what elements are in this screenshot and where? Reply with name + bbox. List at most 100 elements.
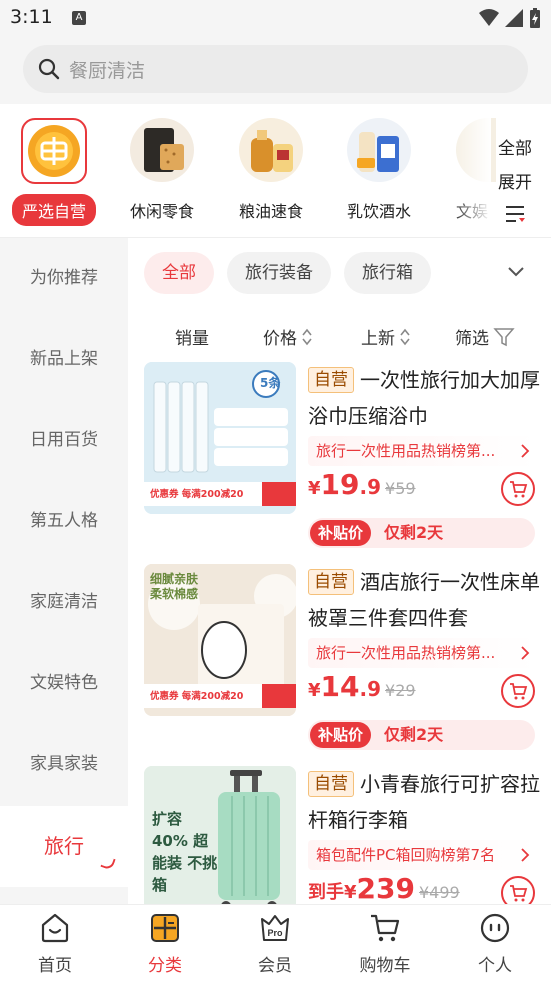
cart-icon (510, 683, 528, 700)
search-input[interactable]: 餐厨清洁 (23, 45, 528, 93)
pro-member-icon: Pro (261, 915, 289, 941)
category-yanxuan[interactable]: 严选自营 (9, 118, 99, 226)
self-operated-badge: 自营 (308, 771, 354, 797)
sidebar-item-travel[interactable]: 旅行 (0, 806, 128, 887)
product-title[interactable]: 自营 酒店旅行一次性床单被罩三件套四件套 (308, 564, 540, 636)
add-to-cart-button[interactable] (501, 472, 535, 506)
chip-suitcase[interactable]: 旅行箱 (344, 252, 431, 294)
tab-label: 分类 (148, 956, 182, 976)
sort-arrows-icon (400, 328, 410, 345)
yanxuan-logo-icon (21, 118, 87, 184)
currency-symbol: ¥ (344, 882, 357, 903)
sidebar-next-item (0, 888, 128, 904)
wifi-icon (479, 9, 499, 26)
sidebar-item-identity-v[interactable]: 第五人格 (0, 481, 128, 562)
chip-travel-gear[interactable]: 旅行装备 (227, 252, 331, 294)
category-label: 乳饮酒水 (346, 202, 411, 221)
image-caption-text: 扩容 40% 超能装 不挑箱 (152, 810, 218, 894)
price-integer: 239 (356, 872, 415, 904)
sidebar-item-daily[interactable]: 日用百货 (0, 400, 128, 481)
tab-member[interactable]: Pro 会员 (230, 911, 320, 976)
currency-symbol: ¥ (308, 680, 321, 701)
search-area: 餐厨清洁 (0, 36, 551, 104)
oil-icon (239, 118, 303, 182)
product-title[interactable]: 自营 小青春旅行可扩容拉杆箱行李箱 (308, 766, 540, 838)
chevron-right-icon (521, 848, 530, 862)
tab-label: 会员 (258, 956, 292, 976)
sort-newest[interactable]: 上新 (361, 324, 411, 349)
product-title[interactable]: 自营 一次性旅行加大加厚浴巾压缩浴巾 (308, 362, 540, 434)
battery-icon (530, 8, 540, 28)
drink-icon (347, 118, 411, 182)
sidebar-item-new[interactable]: 新品上架 (0, 319, 128, 400)
sort-sales[interactable]: 销量 (175, 324, 209, 349)
sort-filter[interactable]: 筛选 (455, 324, 515, 349)
subsidy-tag: 补贴价 (310, 722, 372, 748)
sort-arrows-icon (302, 328, 312, 345)
signal-icon (505, 9, 523, 27)
tab-category[interactable]: 分类 (120, 911, 210, 976)
filter-funnel-icon (493, 327, 515, 346)
category-expand-all-button[interactable]: 全部 展开 (495, 132, 535, 224)
category-drinks[interactable]: 乳饮酒水 (334, 118, 424, 222)
product-card[interactable]: 5条 优惠券 每满200减20 自营 一次性旅行加大加厚浴巾压缩浴巾 旅行一次性用… (144, 362, 540, 552)
image-coupon-text: 优惠券 每满200减20 (150, 489, 244, 500)
bottom-tab-bar: 首页 分类 Pro 会员 购物车 个人 (0, 904, 551, 981)
sort-price[interactable]: 价格 (263, 324, 313, 349)
product-image[interactable]: 扩容 40% 超能装 不挑箱 (144, 766, 296, 904)
cart-icon (510, 481, 528, 498)
search-icon (38, 58, 60, 80)
subsidy-banner: 补贴价 仅剩2天 (308, 720, 535, 750)
subsidy-text: 仅剩2天 (384, 523, 444, 542)
product-card[interactable]: 扩容 40% 超能装 不挑箱 自营 小青春旅行可扩容拉杆箱行李箱 箱包配件PC箱回… (144, 766, 540, 904)
price-decimal: .9 (359, 677, 382, 701)
sidebar-item-recommend[interactable]: 为你推荐 (0, 238, 128, 319)
list-expand-icon (506, 206, 525, 222)
tab-home[interactable]: 首页 (10, 911, 100, 976)
add-to-cart-button[interactable] (501, 876, 535, 904)
rank-link[interactable]: 旅行一次性用品热销榜第... (308, 638, 536, 668)
sidebar-item-furniture[interactable]: 家具家装 (0, 724, 128, 805)
snack-icon (130, 118, 194, 182)
image-coupon-text: 优惠券 每满200减20 (150, 691, 244, 702)
rank-link[interactable]: 箱包配件PC箱回购榜第7名 (308, 840, 536, 870)
sort-price-label: 价格 (263, 329, 297, 349)
tab-label: 首页 (38, 956, 72, 976)
expand-line1: 全部 (498, 139, 532, 159)
price-prefix: 到手 (308, 882, 344, 903)
currency-symbol: ¥ (308, 478, 321, 499)
add-to-cart-button[interactable] (501, 674, 535, 708)
product-image[interactable]: 细腻亲肤 柔软棉感 优惠券 每满200减20 (144, 564, 296, 716)
sort-sales-label: 销量 (175, 329, 209, 349)
category-label: 粮油速食 (238, 202, 303, 221)
rank-link[interactable]: 旅行一次性用品热销榜第... (308, 436, 536, 466)
rank-text: 旅行一次性用品热销榜第... (316, 442, 496, 460)
category-grain-oil[interactable]: 粮油速食 (226, 118, 316, 222)
self-operated-badge: 自营 (308, 367, 354, 393)
svg-text:Pro: Pro (267, 928, 283, 938)
self-operated-badge: 自营 (308, 569, 354, 595)
sort-bar: 销量 价格 上新 筛选 (128, 318, 551, 354)
product-card[interactable]: 细腻亲肤 柔软棉感 优惠券 每满200减20 自营 酒店旅行一次性床单被罩三件套四… (144, 564, 540, 754)
sidebar-item-culture[interactable]: 文娱特色 (0, 643, 128, 724)
category-label: 严选自营 (11, 194, 96, 226)
sidebar-item-cleaning[interactable]: 家庭清洁 (0, 562, 128, 643)
tab-cart[interactable]: 购物车 (340, 911, 430, 976)
subsidy-tag: 补贴价 (310, 520, 372, 546)
category-snacks[interactable]: 休闲零食 (117, 118, 207, 222)
tab-label: 个人 (478, 956, 512, 976)
category-icon (151, 914, 179, 942)
price-decimal: .9 (359, 475, 382, 499)
product-image[interactable]: 5条 优惠券 每满200减20 (144, 362, 296, 514)
subsidy-text: 仅剩2天 (384, 725, 444, 744)
chip-all[interactable]: 全部 (144, 252, 214, 294)
cart-icon (510, 885, 528, 902)
tab-profile[interactable]: 个人 (450, 911, 540, 976)
price: ¥ 14 .9 ¥29 (308, 670, 416, 706)
profile-icon (480, 913, 510, 943)
cart-icon (371, 914, 400, 942)
expand-line2: 展开 (498, 173, 532, 193)
tab-label: 购物车 (359, 956, 411, 976)
home-icon (41, 913, 69, 943)
chevron-down-icon[interactable] (507, 266, 525, 278)
